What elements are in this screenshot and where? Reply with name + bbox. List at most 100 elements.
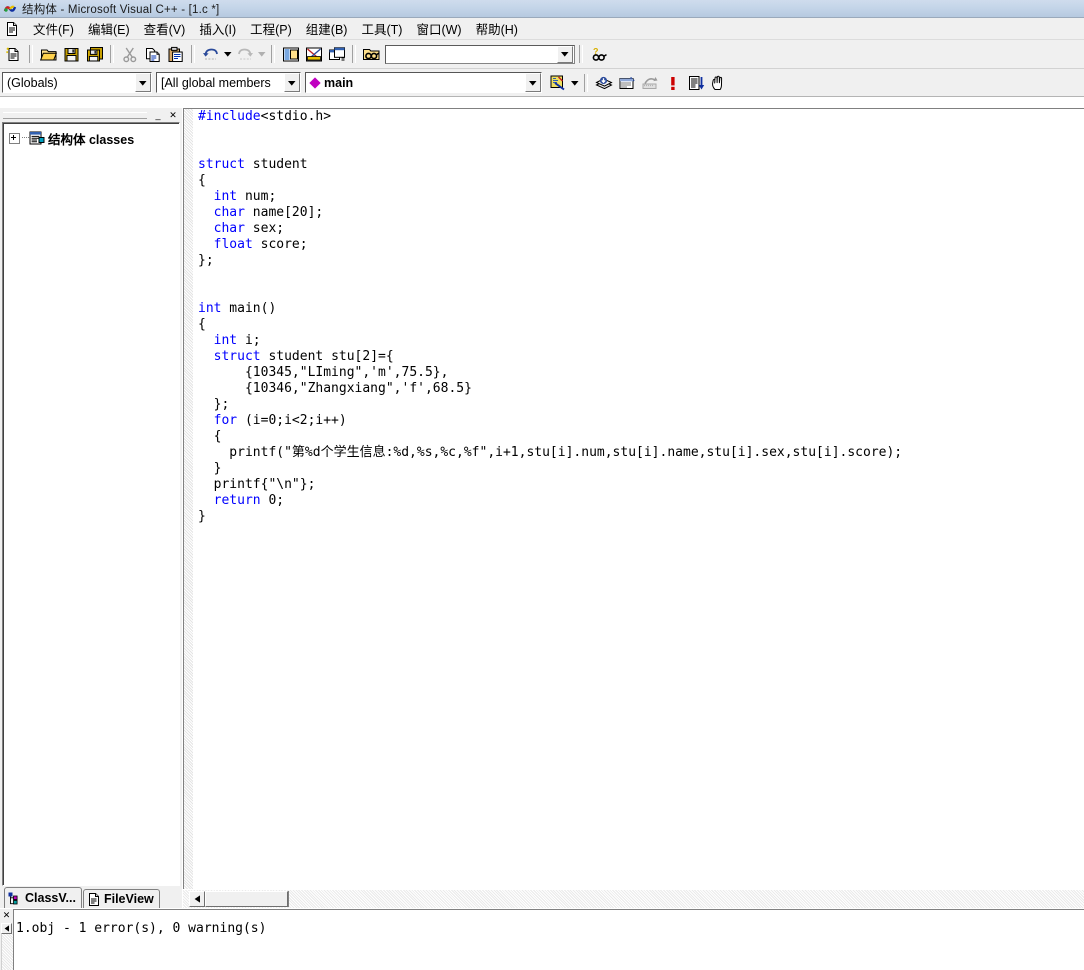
workspace-minimize-button[interactable]: _ <box>151 109 165 121</box>
menu-item-project[interactable]: 工程(P) <box>243 17 299 40</box>
code-text: {10346,"Zhangxiang",'f',68.5} <box>198 381 472 396</box>
menu-item-window[interactable]: 窗口(W) <box>409 17 468 40</box>
toolbar-separator <box>271 45 275 63</box>
workspace-toggle-icon[interactable] <box>279 43 302 65</box>
tab-classview-label: ClassV... <box>25 891 76 905</box>
code-keyword: for <box>213 413 238 428</box>
code-text: student <box>244 157 308 172</box>
find-combo[interactable] <box>385 44 575 64</box>
editor-selection-margin[interactable] <box>184 109 194 889</box>
wizardbar-member-combo[interactable]: main <box>305 72 542 93</box>
wizardbar-actions-icon[interactable] <box>546 72 569 94</box>
menu-item-file[interactable]: 文件(F) <box>26 17 81 40</box>
toolbar-separator <box>29 45 33 63</box>
menu-item-insert[interactable]: 插入(I) <box>192 17 243 40</box>
toolbar-separator <box>579 45 583 63</box>
hand-icon[interactable] <box>707 72 730 94</box>
code-text: { <box>198 429 222 444</box>
paste-icon[interactable] <box>164 43 187 65</box>
output-vertical-track[interactable] <box>0 934 13 970</box>
menu-item-edit[interactable]: 编辑(E) <box>81 17 137 40</box>
code-line: {10345,"LIming",'m',75.5}, <box>198 365 1084 381</box>
find-in-files-icon[interactable] <box>360 43 383 65</box>
document-icon <box>4 21 20 37</box>
save-icon[interactable] <box>60 43 83 65</box>
code-text: printf("第%d个学生信息:%d,%s,%c,%f",i+1,stu[i]… <box>198 445 903 460</box>
menu-item-build[interactable]: 组建(B) <box>299 17 355 40</box>
code-line: char sex; <box>198 221 1084 237</box>
redo-icon[interactable] <box>233 43 256 65</box>
code-text: i; <box>237 333 261 348</box>
code-text: main() <box>221 301 277 316</box>
wizardbar-filter-dropdown-icon[interactable] <box>284 73 300 92</box>
insert-remove-breakpoint-icon[interactable] <box>684 72 707 94</box>
output-scroll-up-button[interactable] <box>1 923 12 934</box>
editor-horizontal-scrollbar[interactable] <box>183 889 1084 908</box>
window-list-icon[interactable] <box>325 43 348 65</box>
wizardbar-member-dropdown-icon[interactable] <box>525 73 541 92</box>
tab-fileview[interactable]: FileView <box>82 889 160 908</box>
tab-classview[interactable]: ClassV... <box>4 887 82 908</box>
compile-icon[interactable] <box>592 72 615 94</box>
output-close-button[interactable]: ✕ <box>1 910 12 921</box>
menu-item-view[interactable]: 查看(V) <box>137 17 193 40</box>
wizardbar-member-value: main <box>324 75 354 90</box>
code-keyword: int <box>213 189 238 204</box>
code-keyword: #include <box>198 109 261 124</box>
build-icon[interactable] <box>615 72 638 94</box>
go-execute-icon[interactable] <box>661 72 684 94</box>
wizardbar-class-combo[interactable]: (Globals) <box>2 72 152 93</box>
code-line: {10346,"Zhangxiang",'f',68.5} <box>198 381 1084 397</box>
workspace-gripper[interactable]: _ ✕ <box>0 108 182 122</box>
wizardbar-class-value: (Globals) <box>7 75 58 90</box>
source-code-editor[interactable]: #include<stdio.h> struct student{ int nu… <box>194 109 1084 889</box>
wizardbar-class-dropdown-icon[interactable] <box>135 73 151 92</box>
gripper-line <box>3 111 147 119</box>
cut-icon[interactable] <box>118 43 141 65</box>
code-line: { <box>198 173 1084 189</box>
scrollbar-thumb[interactable] <box>205 891 288 907</box>
find-combo-dropdown-icon[interactable] <box>557 45 573 63</box>
redo-dropdown-arrow-icon <box>256 43 267 65</box>
wizardbar-filter-combo[interactable]: [All global members <box>156 72 301 93</box>
editor-frame: #include<stdio.h> struct student{ int nu… <box>183 108 1084 889</box>
main-area: _ ✕ 结构体 classes ClassV... FileView #incl… <box>0 108 1084 908</box>
code-line: int main() <box>198 301 1084 317</box>
code-keyword: struct <box>213 349 261 364</box>
undo-dropdown-arrow-icon[interactable] <box>222 43 233 65</box>
output-window-toggle-icon[interactable] <box>302 43 325 65</box>
menu-item-help[interactable]: 帮助(H) <box>469 17 525 40</box>
code-line: float score; <box>198 237 1084 253</box>
code-line: printf{"\n"}; <box>198 477 1084 493</box>
expand-plus-icon[interactable] <box>9 132 20 144</box>
class-folder-icon <box>29 131 45 145</box>
build-output-text[interactable]: 1.obj - 1 error(s), 0 warning(s) <box>13 909 1084 970</box>
scroll-left-arrow-icon[interactable] <box>189 891 205 907</box>
code-text: { <box>198 173 206 188</box>
search-help-icon[interactable]: ? <box>587 43 610 65</box>
save-all-icon[interactable] <box>83 43 106 65</box>
wizardbar-filter-value: [All global members <box>161 75 271 90</box>
classview-tree[interactable]: 结构体 classes <box>2 122 180 886</box>
output-line: 1.obj - 1 error(s), 0 warning(s) <box>16 921 267 936</box>
code-text: name[20]; <box>244 205 324 220</box>
code-line: } <box>198 509 1084 525</box>
new-text-file-icon[interactable] <box>2 43 25 65</box>
tree-item-classes[interactable]: 结构体 classes <box>3 129 179 147</box>
toolbar-separator <box>191 45 195 63</box>
code-keyword: char <box>213 221 245 236</box>
code-text: }; <box>198 397 230 412</box>
open-icon[interactable] <box>37 43 60 65</box>
copy-icon[interactable] <box>141 43 164 65</box>
wizardbar-actions-dropdown-arrow-icon[interactable] <box>569 72 580 94</box>
undo-icon[interactable] <box>199 43 222 65</box>
code-line: int i; <box>198 333 1084 349</box>
workspace-close-button[interactable]: ✕ <box>166 109 180 121</box>
menu-item-tools[interactable]: 工具(T) <box>354 17 409 40</box>
